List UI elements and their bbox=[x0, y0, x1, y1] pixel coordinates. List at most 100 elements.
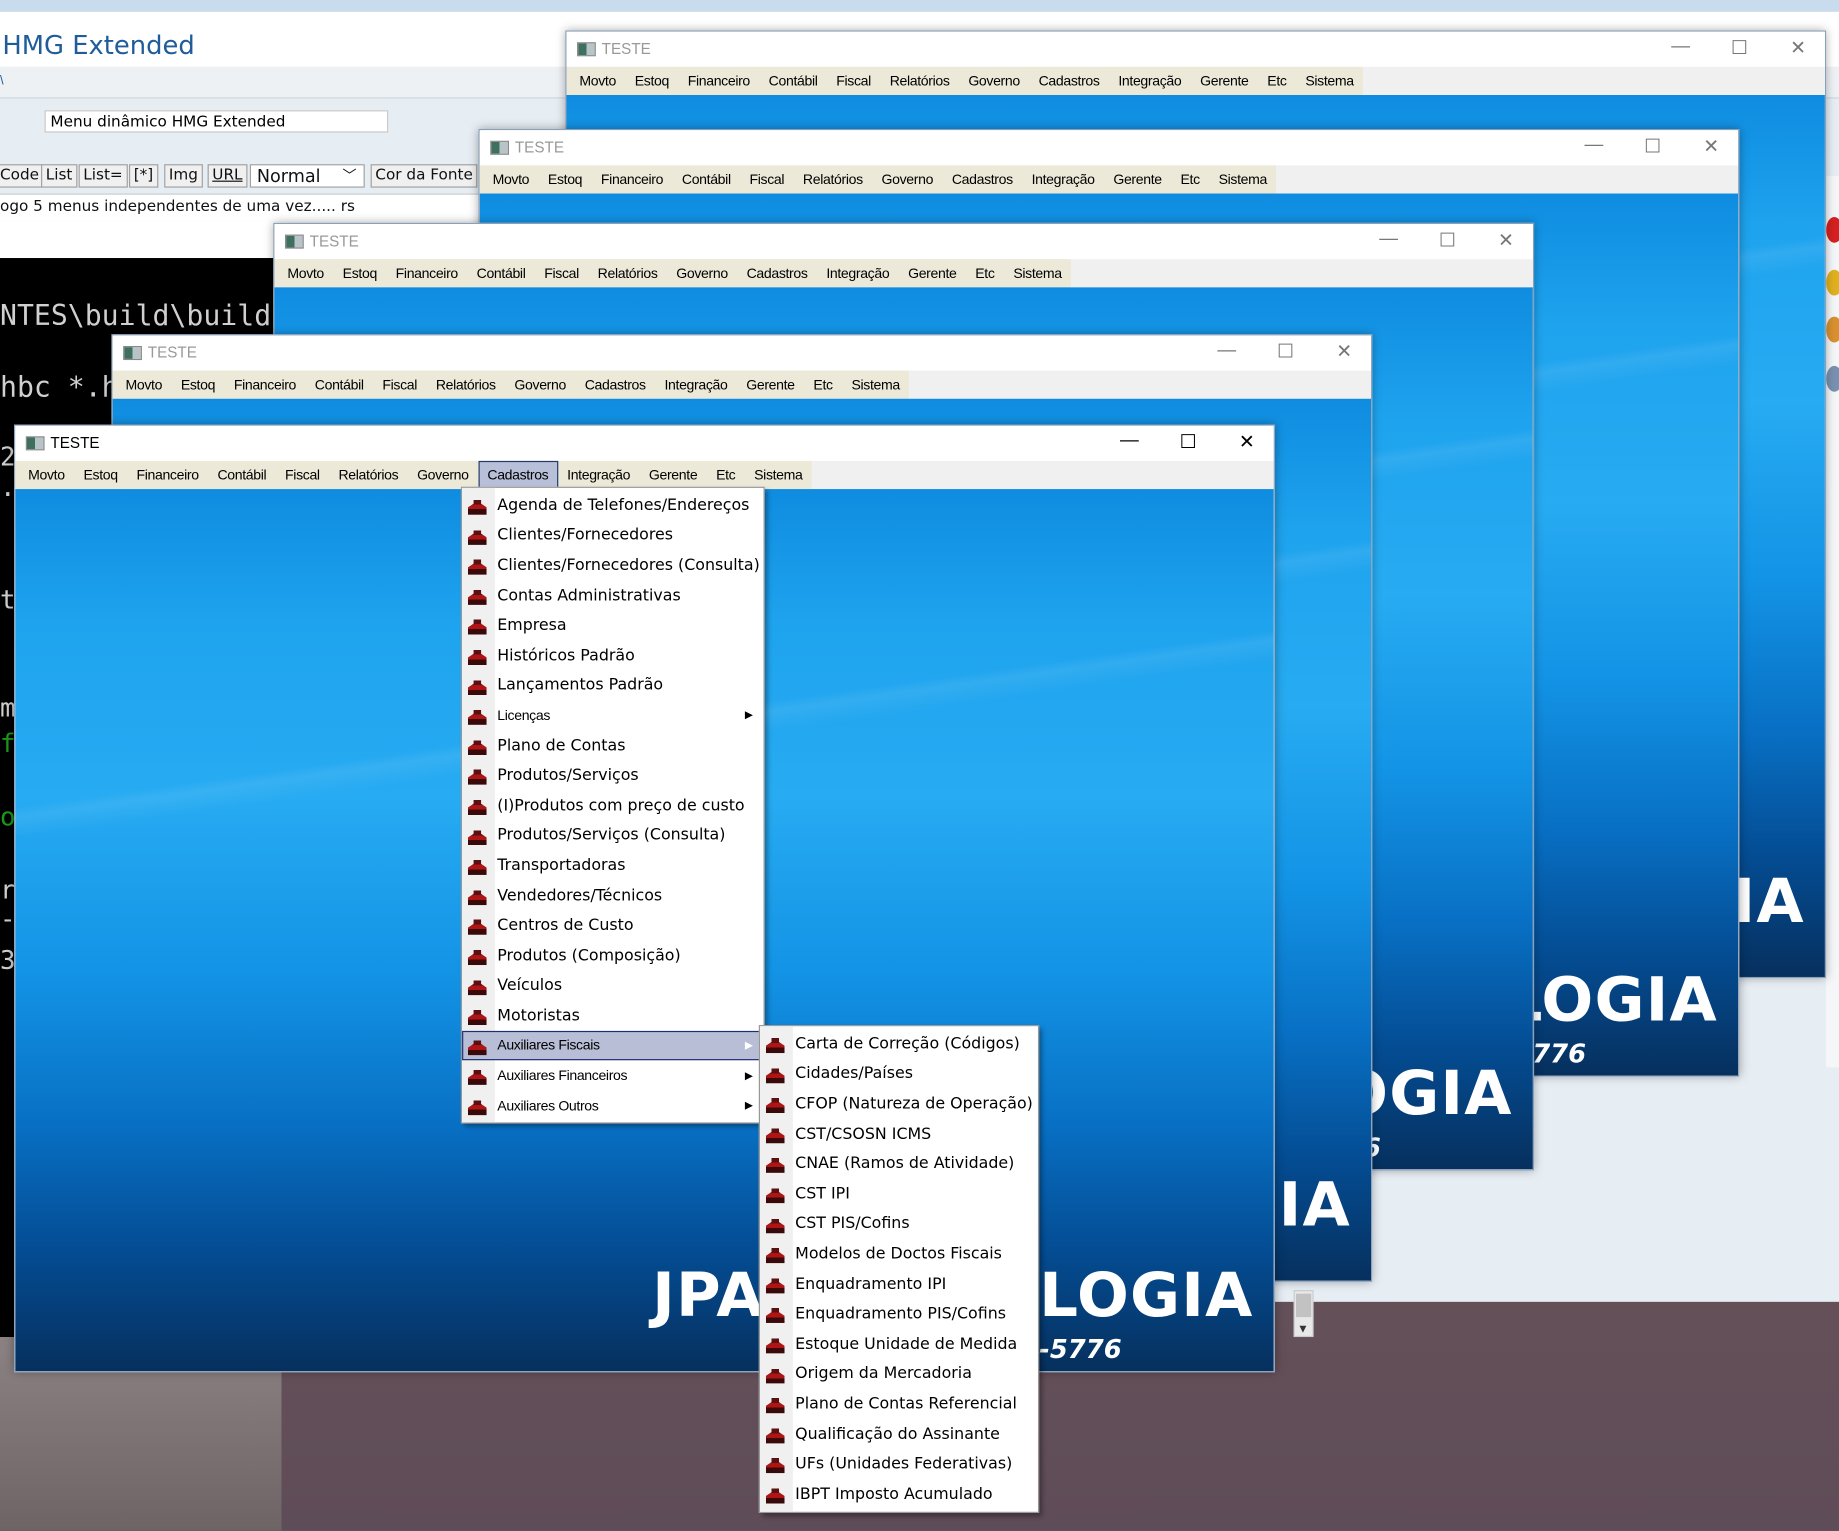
menu-movto[interactable]: Movto bbox=[570, 67, 625, 95]
menu-contabil[interactable]: Contábil bbox=[673, 165, 741, 193]
menu-item[interactable]: Enquadramento PIS/Cofins bbox=[760, 1299, 1038, 1329]
menu-item[interactable]: Auxiliares Outros ▶ bbox=[462, 1091, 763, 1121]
menu-item[interactable]: Carta de Correção (Códigos) bbox=[760, 1029, 1038, 1059]
menu-relatorios[interactable]: Relatórios bbox=[588, 259, 667, 287]
menu-fiscal[interactable]: Fiscal bbox=[827, 67, 880, 95]
minimize-icon[interactable]: — bbox=[1576, 135, 1611, 156]
menu-governo[interactable]: Governo bbox=[667, 259, 737, 287]
menu-integracao[interactable]: Integração bbox=[558, 461, 640, 489]
menu-item[interactable]: (I)Produtos com preço de custo bbox=[462, 790, 763, 820]
minimize-icon[interactable]: — bbox=[1663, 36, 1698, 57]
minimize-icon[interactable]: — bbox=[1112, 430, 1147, 451]
menu-cadastros[interactable]: Cadastros bbox=[942, 165, 1022, 193]
menu-item[interactable]: Vendedores/Técnicos bbox=[462, 880, 763, 910]
title-bar[interactable]: TESTE — ☐ ✕ bbox=[479, 130, 1739, 166]
menu-cadastros[interactable]: Cadastros bbox=[478, 460, 558, 490]
menu-fiscal[interactable]: Fiscal bbox=[276, 461, 329, 489]
minimize-icon[interactable]: — bbox=[1371, 229, 1406, 250]
menu-movto[interactable]: Movto bbox=[116, 371, 171, 399]
menu-integracao[interactable]: Integração bbox=[655, 371, 737, 399]
menu-item[interactable]: Modelos de Doctos Fiscais bbox=[760, 1239, 1038, 1269]
menu-item[interactable]: CNAE (Ramos de Atividade) bbox=[760, 1149, 1038, 1179]
menu-item[interactable]: Centros de Custo bbox=[462, 910, 763, 940]
close-icon[interactable]: ✕ bbox=[1694, 135, 1729, 158]
font-color-button[interactable]: Cor da Fonte bbox=[370, 164, 478, 188]
menu-sistema[interactable]: Sistema bbox=[842, 371, 909, 399]
minimize-icon[interactable]: — bbox=[1209, 340, 1244, 361]
menu-item[interactable]: Produtos (Composição) bbox=[462, 940, 763, 970]
menu-item[interactable]: CST/CSOSN ICMS bbox=[760, 1119, 1038, 1149]
menu-estoq[interactable]: Estoq bbox=[625, 67, 678, 95]
menu-relatorios[interactable]: Relatórios bbox=[794, 165, 873, 193]
close-icon[interactable]: ✕ bbox=[1229, 430, 1264, 453]
menu-item[interactable]: Clientes/Fornecedores bbox=[462, 520, 763, 550]
close-icon[interactable]: ✕ bbox=[1780, 36, 1815, 59]
list-item-button[interactable]: [*] bbox=[129, 164, 158, 188]
menu-cadastros[interactable]: Cadastros bbox=[575, 371, 655, 399]
menu-item[interactable]: Produtos/Serviços bbox=[462, 760, 763, 790]
menu-etc[interactable]: Etc bbox=[966, 259, 1004, 287]
img-button[interactable]: Img bbox=[164, 164, 203, 188]
menu-governo[interactable]: Governo bbox=[959, 67, 1029, 95]
maximize-icon[interactable]: ☐ bbox=[1722, 36, 1757, 59]
menu-item[interactable]: Auxiliares Financeiros ▶ bbox=[462, 1061, 763, 1091]
menu-movto[interactable]: Movto bbox=[483, 165, 538, 193]
menu-etc[interactable]: Etc bbox=[1258, 67, 1296, 95]
menu-item[interactable]: Clientes/Fornecedores (Consulta) bbox=[462, 550, 763, 580]
title-bar[interactable]: TESTE — ☐ ✕ bbox=[112, 335, 1372, 371]
menu-item[interactable]: Licenças ▶ bbox=[462, 700, 763, 730]
menu-relatorios[interactable]: Relatórios bbox=[880, 67, 959, 95]
menu-governo[interactable]: Governo bbox=[872, 165, 942, 193]
maximize-icon[interactable]: ☐ bbox=[1430, 229, 1465, 252]
menu-integracao[interactable]: Integração bbox=[817, 259, 899, 287]
maximize-icon[interactable]: ☐ bbox=[1268, 340, 1303, 363]
menu-gerente[interactable]: Gerente bbox=[899, 259, 966, 287]
menu-item[interactable]: Enquadramento IPI bbox=[760, 1269, 1038, 1299]
menu-item[interactable]: Motoristas bbox=[462, 1001, 763, 1031]
menu-contabil[interactable]: Contábil bbox=[467, 259, 535, 287]
menu-cadastros[interactable]: Cadastros bbox=[1029, 67, 1109, 95]
menu-estoq[interactable]: Estoq bbox=[539, 165, 592, 193]
menu-etc[interactable]: Etc bbox=[804, 371, 842, 399]
maximize-icon[interactable]: ☐ bbox=[1635, 135, 1670, 158]
menu-estoq[interactable]: Estoq bbox=[333, 259, 386, 287]
menu-contabil[interactable]: Contábil bbox=[208, 461, 276, 489]
menu-item[interactable]: Plano de Contas Referencial bbox=[760, 1389, 1038, 1419]
menu-sistema[interactable]: Sistema bbox=[1004, 259, 1071, 287]
menu-integracao[interactable]: Integração bbox=[1022, 165, 1104, 193]
forum-bar-link[interactable]: \ bbox=[0, 74, 4, 88]
menu-item[interactable]: UFs (Unidades Federativas) bbox=[760, 1449, 1038, 1479]
menu-etc[interactable]: Etc bbox=[1171, 165, 1209, 193]
menu-item[interactable]: Contas Administrativas bbox=[462, 580, 763, 610]
menu-fiscal[interactable]: Fiscal bbox=[373, 371, 426, 399]
menu-financeiro[interactable]: Financeiro bbox=[678, 67, 759, 95]
menu-item[interactable]: Cidades/Países bbox=[760, 1059, 1038, 1089]
menu-gerente[interactable]: Gerente bbox=[1191, 67, 1258, 95]
menu-item[interactable]: CST IPI bbox=[760, 1179, 1038, 1209]
menu-item[interactable]: CST PIS/Cofins bbox=[760, 1209, 1038, 1239]
menu-item[interactable]: Empresa bbox=[462, 610, 763, 640]
site-title[interactable]: HMG Extended bbox=[2, 32, 194, 61]
subject-input[interactable]: Menu dinâmico HMG Extended bbox=[44, 110, 389, 133]
menu-item[interactable]: Produtos/Serviços (Consulta) bbox=[462, 820, 763, 850]
menu-gerente[interactable]: Gerente bbox=[737, 371, 804, 399]
menu-integracao[interactable]: Integração bbox=[1109, 67, 1191, 95]
menu-financeiro[interactable]: Financeiro bbox=[592, 165, 673, 193]
scrollbar-thumb[interactable] bbox=[1295, 1293, 1312, 1318]
menu-relatorios[interactable]: Relatórios bbox=[426, 371, 505, 399]
menu-etc[interactable]: Etc bbox=[707, 461, 745, 489]
menu-item[interactable]: Veículos bbox=[462, 971, 763, 1001]
menu-governo[interactable]: Governo bbox=[505, 371, 575, 399]
menu-item[interactable]: IBPT Imposto Acumulado bbox=[760, 1479, 1038, 1509]
title-bar[interactable]: TESTE — ☐ ✕ bbox=[15, 425, 1274, 461]
maximize-icon[interactable]: ☐ bbox=[1170, 430, 1205, 453]
menu-financeiro[interactable]: Financeiro bbox=[127, 461, 208, 489]
close-icon[interactable]: ✕ bbox=[1488, 229, 1523, 252]
menu-item[interactable]: Auxiliares Fiscais ▶ bbox=[462, 1030, 764, 1061]
menu-estoq[interactable]: Estoq bbox=[74, 461, 127, 489]
menu-sistema[interactable]: Sistema bbox=[745, 461, 812, 489]
menu-item[interactable]: Históricos Padrão bbox=[462, 640, 763, 670]
scroll-down-icon[interactable]: ▼ bbox=[1297, 1323, 1309, 1336]
menu-sistema[interactable]: Sistema bbox=[1209, 165, 1276, 193]
menu-sistema[interactable]: Sistema bbox=[1296, 67, 1363, 95]
